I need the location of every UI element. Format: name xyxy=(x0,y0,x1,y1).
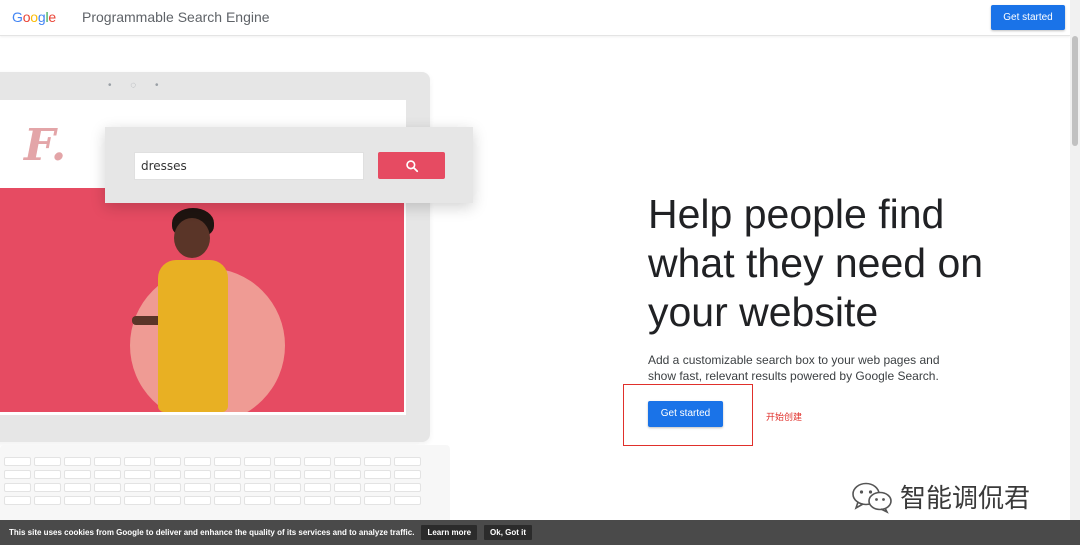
logo-letter: g xyxy=(37,9,46,25)
wechat-icon xyxy=(852,482,892,514)
logo-letter: o xyxy=(30,9,38,25)
google-logo[interactable]: Google xyxy=(12,9,56,25)
laptop-keyboard xyxy=(0,445,450,525)
laptop-camera-dots: • ◌ • xyxy=(108,80,167,91)
hero-subtext: Add a customizable search box to your we… xyxy=(648,353,940,383)
product-name[interactable]: Programmable Search Engine xyxy=(82,9,270,25)
cookie-ok-button[interactable]: Ok, Got it xyxy=(484,525,533,540)
keyboard-row xyxy=(4,457,421,466)
search-icon xyxy=(405,159,418,172)
keyboard-row xyxy=(4,470,421,479)
watermark-text: 智能调侃君 xyxy=(900,484,1031,514)
scrollbar-thumb[interactable] xyxy=(1072,36,1078,146)
logo-letter: G xyxy=(12,9,23,25)
cookie-consent-bar: This site uses cookies from Google to de… xyxy=(0,520,1080,545)
logo-letter: e xyxy=(48,9,56,25)
cookie-learn-more-button[interactable]: Learn more xyxy=(421,525,478,540)
header-get-started-button[interactable]: Get started xyxy=(991,5,1065,30)
logo-letter: o xyxy=(22,9,31,25)
brand-mark-logo: F. xyxy=(24,120,67,171)
top-header: Google Programmable Search Engine Get st… xyxy=(0,0,1070,36)
annotation-label: 开始创建 xyxy=(766,412,803,422)
person-yellow-dress xyxy=(158,260,228,412)
hero-headline: Help people find what they need on your … xyxy=(648,191,984,335)
page-scrollbar[interactable] xyxy=(1070,0,1080,520)
hero-photo xyxy=(0,188,404,412)
keyboard-row xyxy=(4,483,421,492)
demo-search-button xyxy=(378,152,445,179)
cookie-message: This site uses cookies from Google to de… xyxy=(9,528,415,537)
keyboard-row xyxy=(4,496,421,505)
watermark: 智能调侃君 xyxy=(850,478,1030,515)
person-head xyxy=(174,218,210,258)
demo-search-input: dresses xyxy=(134,152,364,180)
annotation-highlight-box xyxy=(623,384,753,446)
